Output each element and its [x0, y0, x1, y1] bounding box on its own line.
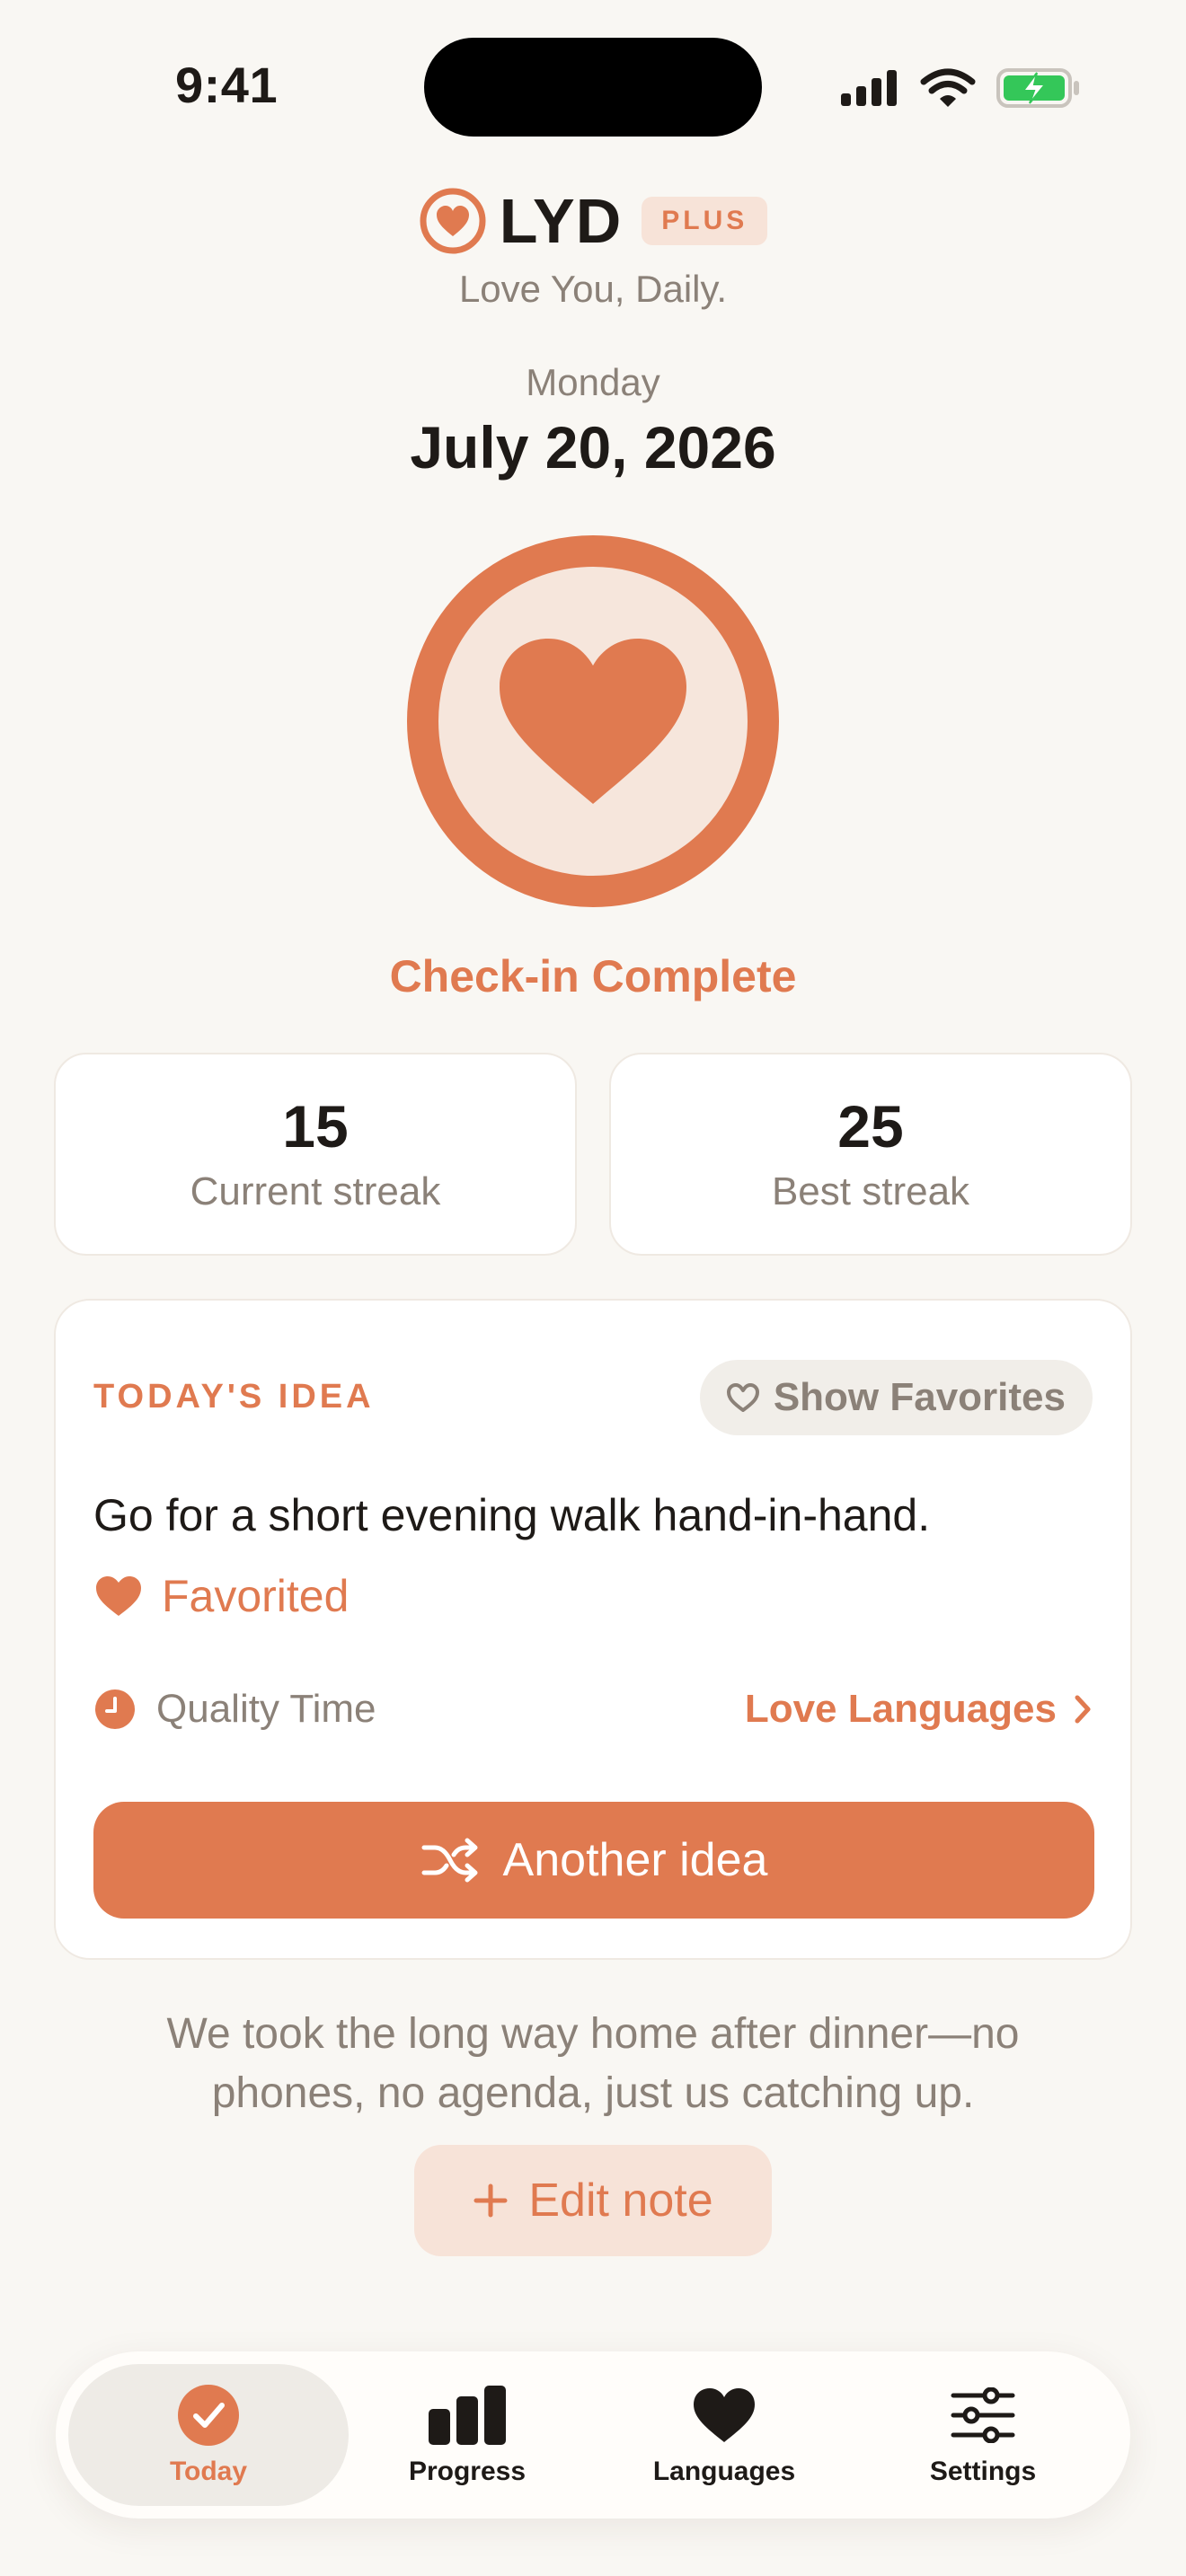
favorited-label: Favorited [162, 1571, 350, 1621]
sliders-icon [951, 2387, 1015, 2443]
today-screen: 9:41 LYD PLUS Love You, Daily. Monday Ju… [0, 0, 1186, 2576]
plus-badge: PLUS [642, 197, 768, 245]
tab-settings[interactable]: Settings [843, 2364, 1123, 2506]
best-streak-card: 25 Best streak [609, 1053, 1132, 1256]
current-streak-label: Current streak [190, 1169, 441, 1213]
weekday-label: Monday [526, 361, 660, 403]
check-circle-icon [178, 2385, 239, 2446]
shuffle-icon [421, 1838, 478, 1883]
heart-filled-icon [96, 1576, 141, 1616]
status-icons [839, 63, 1082, 113]
best-streak-value: 25 [837, 1093, 904, 1160]
tab-bar: Today Progress Languages Settings [56, 2351, 1130, 2519]
best-streak-label: Best streak [771, 1169, 970, 1213]
tab-languages-label: Languages [652, 2457, 796, 2486]
cellular-signal-icon [841, 70, 897, 106]
dynamic-island [424, 38, 762, 137]
tab-progress-label: Progress [408, 2457, 527, 2486]
tab-settings-label: Settings [929, 2457, 1037, 2486]
heart-outline-icon [726, 1383, 759, 1412]
favorite-toggle[interactable]: Favorited [93, 1570, 349, 1622]
tab-today-label: Today [169, 2457, 248, 2486]
plus-icon [474, 2183, 508, 2218]
edit-note-button[interactable]: Edit note [414, 2145, 772, 2256]
brand-name: LYD [499, 186, 623, 256]
battery-charging-icon [996, 68, 1079, 108]
love-languages-link[interactable]: Love Languages [745, 1687, 1093, 1732]
idea-eyebrow: TODAY'S IDEA [93, 1378, 375, 1416]
heart-icon [694, 2388, 755, 2442]
daily-note: We took the long way home after dinner—n… [166, 2010, 1020, 2117]
idea-card: TODAY'S IDEA Show Favorites Go for a sho… [54, 1299, 1132, 1960]
check-in-button[interactable] [407, 535, 779, 907]
heart-icon [500, 639, 686, 804]
chevron-right-icon [1075, 1695, 1091, 1724]
clock-icon [95, 1689, 135, 1729]
show-favorites-label: Show Favorites [773, 1375, 1066, 1419]
status-time: 9:41 [175, 57, 279, 113]
tab-today[interactable]: Today [68, 2364, 349, 2506]
tab-languages[interactable]: Languages [584, 2364, 864, 2506]
idea-text: Go for a short evening walk hand-in-hand… [93, 1490, 931, 1540]
tab-progress[interactable]: Progress [327, 2364, 607, 2506]
wifi-icon [920, 68, 976, 107]
category-label: Quality Time [156, 1687, 376, 1731]
another-idea-button[interactable]: Another idea [93, 1802, 1094, 1919]
idea-category: Quality Time [93, 1687, 376, 1732]
brand-header: LYD PLUS [0, 185, 1186, 257]
current-streak-card: 15 Current streak [54, 1053, 577, 1256]
bar-chart-icon [429, 2386, 506, 2445]
another-idea-label: Another idea [502, 1834, 768, 1886]
tagline: Love You, Daily. [458, 268, 728, 310]
edit-note-label: Edit note [528, 2175, 713, 2227]
heart-logo-icon [420, 188, 486, 254]
current-streak-value: 15 [282, 1093, 349, 1160]
check-in-status: Check-in Complete [389, 951, 797, 1001]
love-languages-label: Love Languages [744, 1687, 1057, 1731]
show-favorites-button[interactable]: Show Favorites [699, 1360, 1093, 1435]
date-title: July 20, 2026 [410, 414, 776, 481]
